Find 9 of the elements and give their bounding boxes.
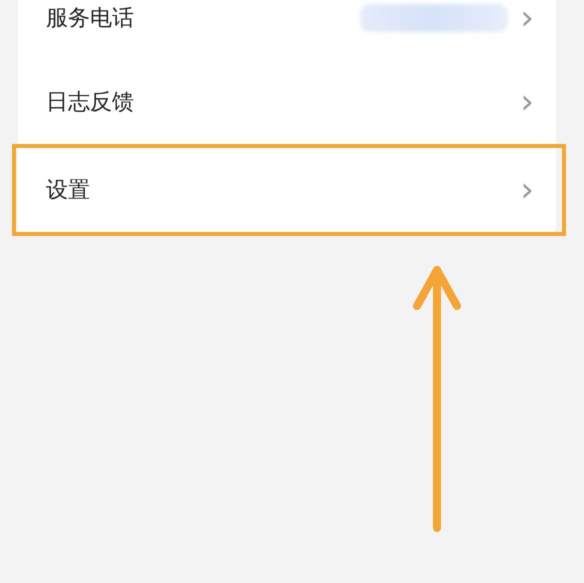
highlighted-menu-row[interactable]: 设置 › <box>12 144 566 236</box>
menu-label: 服务电话 <box>46 4 134 32</box>
chevron-icon: › <box>520 173 534 207</box>
menu-row[interactable]: 服务电话 › <box>18 0 556 60</box>
chevron-icon: › <box>520 1 534 35</box>
menu-row[interactable]: 日志反馈 › <box>18 60 556 144</box>
menu-label: 日志反馈 <box>46 88 134 116</box>
menu-label: 设置 <box>46 176 90 204</box>
chevron-icon: › <box>520 85 534 119</box>
